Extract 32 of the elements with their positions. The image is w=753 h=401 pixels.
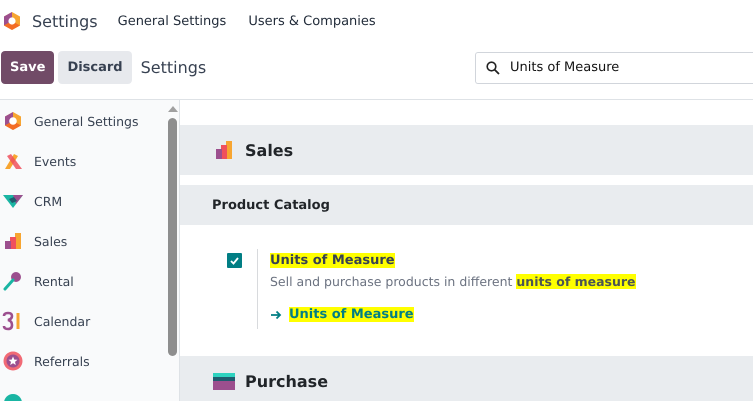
breadcrumb: Settings — [140, 58, 206, 77]
sidebar-item[interactable]: General Settings — [34, 114, 139, 128]
card-icon — [213, 370, 235, 392]
save-button[interactable]: Save — [1, 51, 54, 84]
setting-description: Sell and purchase products in different units of measure — [270, 274, 636, 289]
sidebar-item[interactable]: CRM — [34, 194, 62, 208]
arrow-right-icon[interactable] — [270, 310, 282, 320]
setting-title: Units of Measure — [270, 253, 395, 268]
search-icon — [486, 60, 500, 74]
app-logo-icon[interactable] — [2, 11, 22, 31]
scrollbar-thumb[interactable] — [168, 118, 177, 356]
sidebar-item[interactable]: Sales — [34, 234, 68, 248]
section-title: Sales — [245, 140, 294, 160]
bar-chart-icon — [213, 139, 235, 161]
sidebar-item[interactable]: Events — [34, 154, 76, 168]
app-title[interactable]: Settings — [32, 12, 98, 30]
units-of-measure-link[interactable]: Units of Measure — [289, 307, 414, 322]
search-field[interactable]: Units of Measure — [475, 52, 753, 84]
star-badge-icon[interactable] — [2, 350, 24, 372]
menu-item[interactable]: General Settings — [118, 14, 226, 28]
check-icon — [230, 256, 239, 264]
bar-chart-icon[interactable] — [2, 230, 24, 252]
group-title: Product Catalog — [212, 198, 330, 212]
sidebar-item[interactable]: Rental — [34, 274, 74, 288]
hexagon-icon[interactable] — [2, 110, 24, 132]
section-title: Purchase — [245, 372, 328, 390]
sidebar-item[interactable]: Calendar — [34, 314, 90, 328]
key-icon[interactable] — [2, 270, 24, 292]
menu-item[interactable]: Users & Companies — [248, 14, 376, 28]
discard-button[interactable]: Discard — [58, 51, 132, 84]
sidebar-item[interactable]: Referrals — [34, 354, 90, 368]
checkbox[interactable] — [227, 253, 242, 268]
